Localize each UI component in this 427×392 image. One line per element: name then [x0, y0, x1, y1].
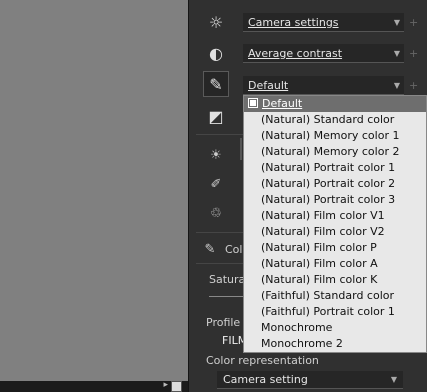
color-representation-label: Color representation [206, 354, 319, 367]
menu-item[interactable]: (Faithful) Standard color [244, 288, 426, 304]
brush-icon: ✐ [210, 176, 222, 192]
slider-marker [240, 138, 242, 160]
menu-item[interactable]: (Natural) Film color V2 [244, 224, 426, 240]
highlight-shadow-icon: ◩ [208, 106, 224, 126]
eyedropper-small-icon: ✎ [204, 241, 216, 257]
menu-item[interactable]: (Natural) Film color A [244, 256, 426, 272]
sun-icon: ☼ [208, 12, 224, 32]
add-icon[interactable]: + [409, 47, 418, 60]
add-icon[interactable]: + [409, 16, 418, 29]
color-representation-value: Camera setting [223, 373, 308, 386]
chevron-down-icon: ▼ [390, 375, 397, 384]
color-mode-menu: Default (Natural) Standard color (Natura… [243, 95, 427, 353]
check-icon [248, 98, 258, 108]
menu-item[interactable]: (Natural) Memory color 2 [244, 144, 426, 160]
color-mode-dropdown[interactable]: Default ▼ [243, 76, 404, 95]
menu-item[interactable]: (Natural) Portrait color 1 [244, 160, 426, 176]
contrast-dropdown[interactable]: Average contrast ▼ [243, 44, 404, 63]
camera-settings-label: Camera settings [248, 16, 339, 29]
horizontal-scrollbar[interactable]: ▸ [0, 380, 188, 392]
menu-item-default[interactable]: Default [244, 96, 426, 112]
menu-item[interactable]: (Natural) Portrait color 3 [244, 192, 426, 208]
contrast-icon: ◐ [209, 43, 223, 63]
menu-item[interactable]: (Natural) Film color V1 [244, 208, 426, 224]
section-label: Col [225, 243, 243, 256]
menu-item[interactable]: (Faithful) Portrait color 1 [244, 304, 426, 320]
menu-item-label: Default [262, 97, 303, 110]
saturation-label: Satura [209, 273, 246, 286]
eyedropper-icon[interactable]: ✎ [203, 71, 229, 97]
chevron-down-icon: ▼ [393, 49, 400, 58]
menu-item[interactable]: Monochrome 2 [244, 336, 426, 352]
add-icon[interactable]: + [409, 79, 418, 92]
resize-handle-icon[interactable] [171, 381, 182, 392]
scroll-right-arrow-icon[interactable]: ▸ [163, 380, 168, 390]
profile-label: Profile [206, 316, 241, 329]
brightness-icon: ☀ [210, 147, 222, 163]
camera-settings-dropdown[interactable]: Camera settings ▼ [243, 13, 404, 32]
menu-item[interactable]: (Natural) Memory color 1 [244, 128, 426, 144]
chevron-down-icon: ▼ [393, 81, 400, 90]
chevron-down-icon: ▼ [393, 18, 400, 27]
menu-item[interactable]: (Natural) Film color P [244, 240, 426, 256]
color-representation-dropdown[interactable]: Camera setting ▼ [217, 371, 403, 389]
recycle-icon: ♲ [210, 205, 222, 221]
image-preview[interactable] [0, 0, 188, 392]
menu-item[interactable]: Monochrome [244, 320, 426, 336]
saturation-slider[interactable] [209, 296, 244, 297]
menu-item[interactable]: (Natural) Standard color [244, 112, 426, 128]
menu-item[interactable]: (Natural) Portrait color 2 [244, 176, 426, 192]
color-mode-label: Default [248, 79, 289, 92]
menu-item[interactable]: (Natural) Film color K [244, 272, 426, 288]
contrast-label: Average contrast [248, 47, 343, 60]
